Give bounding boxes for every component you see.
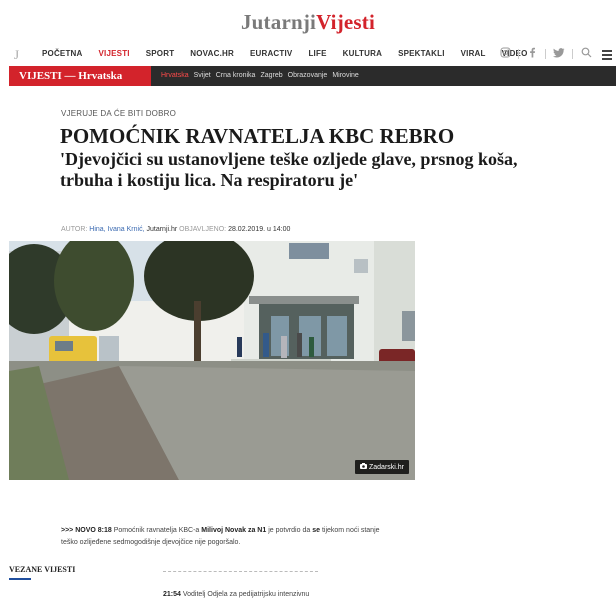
nav-item-spektakli[interactable]: SPEKTAKLI	[390, 49, 453, 58]
related-news-title: VEZANE VIJESTI	[9, 565, 76, 574]
byline: AUTOR: Hina, Ivana Krnić, Jutarnji.hr OB…	[61, 226, 290, 233]
site-logo[interactable]: JutarnjiVijesti	[0, 10, 616, 35]
update-bold-2: se	[312, 527, 320, 534]
facebook-icon[interactable]	[521, 47, 543, 61]
nav-items: POČETNA VIJESTI SPORT NOVAC.HR EURACTIV …	[34, 49, 536, 58]
search-icon[interactable]	[575, 47, 597, 61]
logo-part-vijesti: Vijesti	[316, 10, 376, 34]
live-update: >>> NOVO 8:18 Pomoćnik ravnatelja KBC-a …	[61, 525, 391, 549]
article-kicker: VJERUJE DA ĆE BITI DOBRO	[61, 109, 177, 118]
article-subtitle: 'Djevojčici su ustanovljene teške ozljed…	[60, 149, 518, 190]
dashed-divider	[163, 571, 318, 572]
camera-icon	[360, 463, 369, 471]
section-bar: VIJESTI — Hrvatska Hrvatska Svijet Crna …	[9, 66, 616, 86]
subnav-item-zagreb[interactable]: Zagreb	[260, 66, 282, 86]
source-name: Jutarnji.hr	[146, 226, 178, 233]
subnav-item-obrazovanje[interactable]: Obrazovanje	[288, 66, 328, 86]
related-item-time: 21:54	[163, 591, 181, 598]
twitter-icon[interactable]	[548, 47, 570, 61]
menu-icon[interactable]	[602, 50, 612, 62]
author-links[interactable]: Hina, Ivana Krnić,	[89, 226, 144, 233]
nav-item-life[interactable]: LIFE	[300, 49, 334, 58]
j-logo-icon[interactable]: J	[14, 47, 19, 63]
published-date: 28.02.2019. u 14:00	[228, 226, 291, 233]
nav-item-euractiv[interactable]: EURACTIV	[242, 49, 301, 58]
nav-item-novac[interactable]: NOVAC.HR	[182, 49, 242, 58]
update-text-1: Pomoćnik ravnatelja KBC-a	[113, 527, 200, 534]
nav-divider	[572, 49, 573, 59]
nav-item-vijesti[interactable]: VIJESTI	[91, 49, 138, 58]
photo-credit: Zadarski.hr	[355, 460, 409, 474]
author-label: AUTOR:	[61, 226, 88, 233]
main-nav: J POČETNA VIJESTI SPORT NOVAC.HR EURACTI…	[0, 44, 616, 65]
update-text-2: je potvrdio da	[268, 527, 311, 534]
article-photo[interactable]: Zadarski.hr	[9, 241, 415, 480]
instagram-icon[interactable]	[494, 47, 516, 61]
section-links: Hrvatska Svijet Crna kronika Zagreb Obra…	[161, 66, 364, 86]
photo-credit-text: Zadarski.hr	[368, 464, 404, 471]
nav-item-sport[interactable]: SPORT	[138, 49, 183, 58]
subnav-item-crna-kronika[interactable]: Crna kronika	[216, 66, 256, 86]
update-bold-1: Milivoj Novak za N1	[201, 527, 267, 534]
related-item[interactable]: 21:54 Voditelj Odjela za pedijatrijsku i…	[163, 591, 309, 598]
section-title[interactable]: VIJESTI — Hrvatska	[9, 66, 151, 86]
subnav-item-svijet[interactable]: Svijet	[194, 66, 211, 86]
nav-item-pocetna[interactable]: POČETNA	[34, 49, 91, 58]
nav-item-kultura[interactable]: KULTURA	[335, 49, 390, 58]
related-item-text: Voditelj Odjela za pedijatrijsku intenzi…	[182, 591, 310, 598]
page-title: POMOĆNIK RAVNATELJA KBC REBRO	[60, 124, 455, 148]
hospital-photo-illustration	[9, 241, 415, 480]
published-label: OBJAVLJENO:	[179, 226, 227, 233]
article-headline: POMOĆNIK RAVNATELJA KBC REBRO 'Djevojčic…	[60, 124, 520, 191]
logo-part-jutarnji: Jutarnji	[240, 10, 317, 34]
related-underline	[9, 578, 31, 580]
subnav-item-mirovine[interactable]: Mirovine	[332, 66, 358, 86]
update-prefix: >>> NOVO 8:18	[61, 527, 112, 534]
nav-item-viral[interactable]: VIRAL	[453, 49, 494, 58]
masthead: JutarnjiVijesti	[0, 0, 616, 44]
subnav-item-hrvatska[interactable]: Hrvatska	[161, 66, 189, 86]
nav-divider	[518, 49, 519, 59]
nav-divider	[545, 49, 546, 59]
social-icons	[494, 47, 597, 61]
